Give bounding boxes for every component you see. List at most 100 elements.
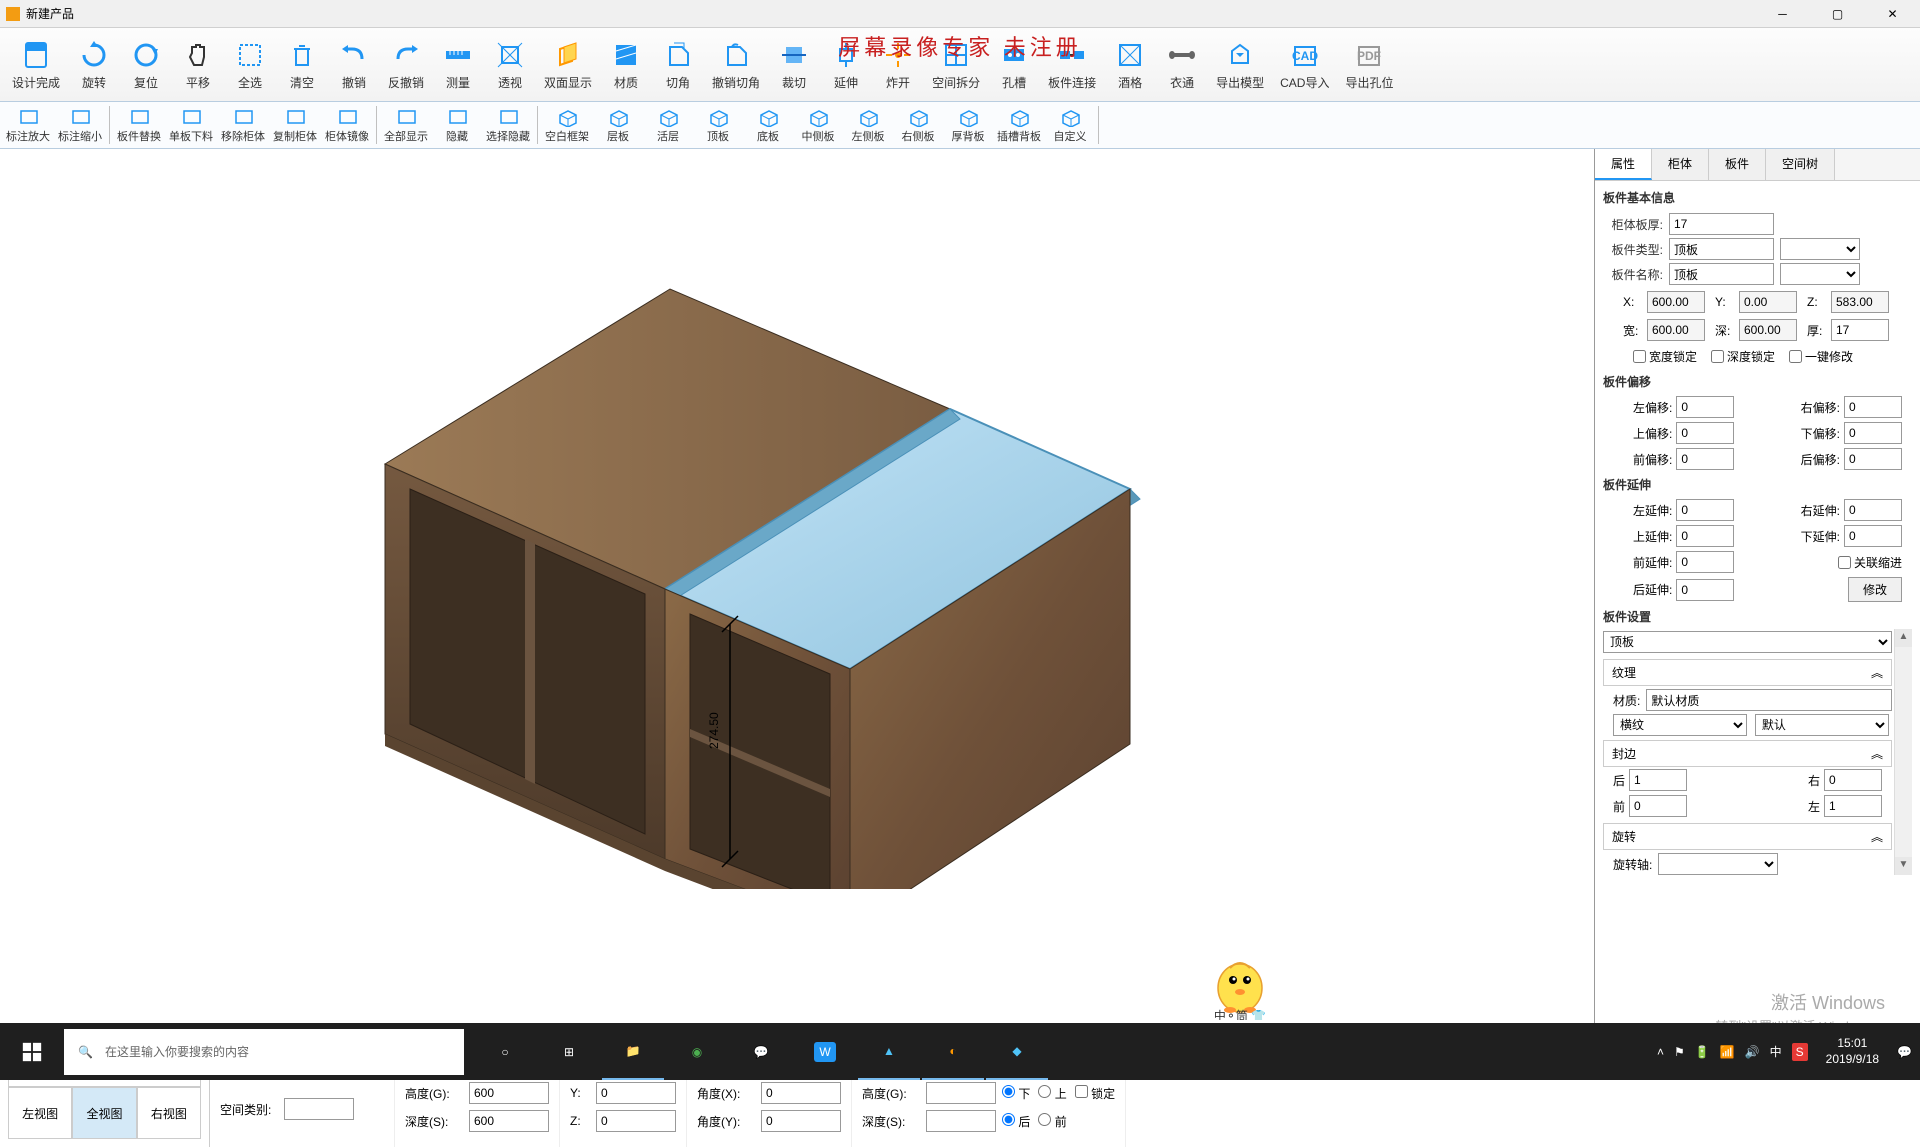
bottom-board-button[interactable]: 底板 [743, 103, 793, 147]
name-input[interactable] [1669, 263, 1774, 285]
scroll-down-icon[interactable]: ▼ [1895, 857, 1912, 875]
rotate-axis-select[interactable] [1658, 853, 1778, 875]
undo-chamfer-button[interactable]: 撤销切角 [704, 30, 768, 99]
start-button[interactable] [0, 1023, 64, 1080]
bottom-offset-input[interactable] [1844, 422, 1902, 444]
minimize-button[interactable]: ─ [1755, 0, 1810, 28]
d-input[interactable] [1739, 319, 1797, 341]
material-button[interactable]: 材质 [600, 30, 652, 99]
rotate-button[interactable]: 旋转 [68, 30, 120, 99]
grain-select[interactable]: 横纹 [1613, 714, 1747, 736]
wechat-icon[interactable]: 💬 [730, 1023, 792, 1080]
extend-button[interactable]: 延伸 [820, 30, 872, 99]
double-side-button[interactable]: 双面显示 [536, 30, 600, 99]
link-shrink-check[interactable]: 关联缩进 [1838, 551, 1902, 573]
tray-ime-icon[interactable]: 中 [1770, 1043, 1782, 1060]
perspective-button[interactable]: 透视 [484, 30, 536, 99]
onekey-check[interactable]: 一键修改 [1789, 348, 1853, 365]
modify-button[interactable]: 修改 [1848, 577, 1902, 602]
undo-button[interactable]: 撤销 [328, 30, 380, 99]
all-view-button[interactable]: 全视图 [72, 1087, 136, 1139]
back-ext-input[interactable] [1676, 579, 1734, 601]
cortana-icon[interactable]: ○ [474, 1023, 536, 1080]
w-input[interactable] [1647, 319, 1705, 341]
back-offset-input[interactable] [1844, 448, 1902, 470]
close-button[interactable]: ✕ [1865, 0, 1920, 28]
top-offset-input[interactable] [1676, 422, 1734, 444]
z-input[interactable] [1831, 291, 1889, 313]
scrollbar[interactable]: ▲ ▼ [1894, 629, 1912, 875]
depth-lock-check[interactable]: 深度锁定 [1711, 348, 1775, 365]
tray-flag-icon[interactable]: ⚑ [1674, 1045, 1685, 1059]
mirror-cabinet-button[interactable]: 柜体镜像 [321, 103, 373, 147]
browser-icon[interactable]: ◉ [666, 1023, 728, 1080]
pos-z-input[interactable] [596, 1110, 676, 1132]
right-ext-input[interactable] [1844, 499, 1902, 521]
edge-front-input[interactable] [1629, 795, 1687, 817]
wine-rack-button[interactable]: 酒格 [1104, 30, 1156, 99]
tray-battery-icon[interactable]: 🔋 [1695, 1045, 1710, 1059]
space-split-button[interactable]: 空间拆分 [924, 30, 988, 99]
show-all-button[interactable]: 全部显示 [380, 103, 432, 147]
viewport-3d[interactable]: 274.50 [0, 149, 1595, 1023]
space-depth-input[interactable] [926, 1110, 996, 1132]
hide-button[interactable]: 隐藏 [432, 103, 482, 147]
cab-depth-input[interactable] [469, 1110, 549, 1132]
y-input[interactable] [1739, 291, 1797, 313]
right-offset-input[interactable] [1844, 396, 1902, 418]
bottom-ext-input[interactable] [1844, 525, 1902, 547]
x-input[interactable] [1647, 291, 1705, 313]
tray-up-icon[interactable]: ˄ [1657, 1045, 1664, 1059]
top-ext-input[interactable] [1676, 525, 1734, 547]
wps-icon[interactable]: W [794, 1023, 856, 1080]
zoom-in-button[interactable]: 标注放大 [2, 103, 54, 147]
export-model-button[interactable]: 导出模型 [1208, 30, 1272, 99]
space-type-input[interactable] [284, 1098, 354, 1120]
app3-icon[interactable]: ◆ [986, 1023, 1048, 1080]
pan-button[interactable]: 平移 [172, 30, 224, 99]
single-board-button[interactable]: 单板下料 [165, 103, 217, 147]
chamfer-button[interactable]: 切角 [652, 30, 704, 99]
move-cabinet-button[interactable]: 移除柜体 [217, 103, 269, 147]
custom-button[interactable]: 自定义 [1045, 103, 1095, 147]
edge-section-header[interactable]: 封边︽ [1603, 740, 1892, 767]
tray-wifi-icon[interactable]: 📶 [1720, 1045, 1735, 1059]
groove-back-button[interactable]: 插槽背板 [993, 103, 1045, 147]
radio-down[interactable]: 下 [1002, 1085, 1030, 1102]
edge-back-input[interactable] [1629, 769, 1687, 791]
thick-back-button[interactable]: 厚背板 [943, 103, 993, 147]
layer-board-button[interactable]: 层板 [593, 103, 643, 147]
space-height-input[interactable] [926, 1082, 996, 1104]
angle-y-input[interactable] [761, 1110, 841, 1132]
width-lock-check[interactable]: 宽度锁定 [1633, 348, 1697, 365]
radio-up[interactable]: 上 [1038, 1085, 1066, 1102]
rotate-section-header[interactable]: 旋转︽ [1603, 823, 1892, 850]
cab-height-input[interactable] [469, 1082, 549, 1104]
tab-attributes[interactable]: 属性 [1595, 149, 1652, 180]
crop-button[interactable]: 裁切 [768, 30, 820, 99]
t-input[interactable] [1831, 319, 1889, 341]
select-hide-button[interactable]: 选择隐藏 [482, 103, 534, 147]
wardrobe-button[interactable]: 衣通 [1156, 30, 1208, 99]
tab-panel[interactable]: 板件 [1709, 149, 1766, 180]
right-board-button[interactable]: 右侧板 [893, 103, 943, 147]
export-holes-button[interactable]: PDF导出孔位 [1337, 30, 1401, 99]
finish-button[interactable]: 设计完成 [4, 30, 68, 99]
task-view-icon[interactable]: ⊞ [538, 1023, 600, 1080]
panel-connect-button[interactable]: 板件连接 [1040, 30, 1104, 99]
radio-front[interactable]: 前 [1038, 1113, 1066, 1130]
edge-left-input[interactable] [1824, 795, 1882, 817]
app1-icon[interactable]: ▲ [858, 1023, 920, 1080]
tray-sogou-icon[interactable]: S [1792, 1043, 1808, 1061]
grain-default-select[interactable]: 默认 [1755, 714, 1889, 736]
tab-space-tree[interactable]: 空间树 [1766, 149, 1835, 180]
panel-replace-button[interactable]: 板件替换 [113, 103, 165, 147]
reset-button[interactable]: 复位 [120, 30, 172, 99]
top-board-button[interactable]: 顶板 [693, 103, 743, 147]
copy-cabinet-button[interactable]: 复制柜体 [269, 103, 321, 147]
material-input[interactable] [1646, 689, 1892, 711]
tray-notifications-icon[interactable]: 💬 [1897, 1045, 1912, 1059]
left-view-button[interactable]: 左视图 [8, 1087, 72, 1139]
app2-icon[interactable]: ◐ [922, 1023, 984, 1080]
texture-section-header[interactable]: 纹理︽ [1603, 659, 1892, 686]
